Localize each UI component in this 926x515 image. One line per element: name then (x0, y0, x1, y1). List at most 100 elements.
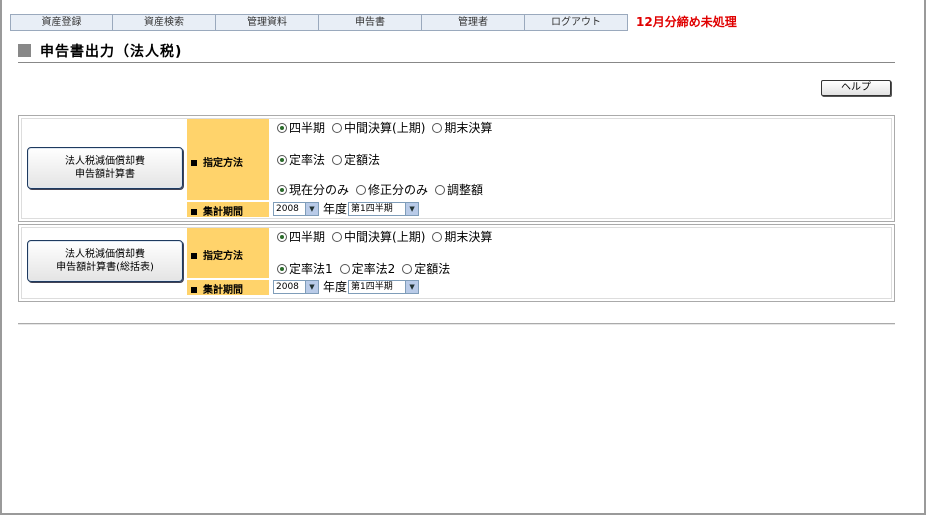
bullet-square-icon (191, 209, 197, 215)
radio-revised-only[interactable]: 修正分のみ (352, 183, 428, 197)
nav-logout[interactable]: ログアウト (525, 14, 628, 31)
top-nav: 資産登録 資産検索 管理資料 申告書 管理者 ログアウト 12月分締め未処理 (10, 14, 737, 31)
radio-label: 定額法 (344, 153, 381, 167)
radio-label: 現在分のみ (289, 183, 350, 197)
method-label-cell: 指定方法 (187, 228, 269, 278)
period-label-cell: 集計期間 (187, 202, 269, 218)
year-select[interactable]: 2008 ▼ (273, 280, 319, 294)
radio-label: 期末決算 (444, 121, 493, 135)
period-selects: 2008 ▼ 年度 第1四半期 ▼ (273, 280, 420, 294)
scope-radios: 現在分のみ 修正分のみ 調整額 (273, 183, 486, 197)
radio-label: 定率法1 (289, 262, 333, 276)
radio-icon (356, 185, 367, 195)
page-title-row: 申告書出力（法人税) (18, 43, 895, 63)
nav-tax-return[interactable]: 申告書 (319, 14, 422, 31)
bullet-square-icon (191, 160, 197, 166)
quarter-value: 第1四半期 (351, 204, 393, 214)
quarter-select[interactable]: 第1四半期 ▼ (348, 280, 420, 294)
radio-icon (332, 155, 343, 165)
report-button-depreciation[interactable]: 法人税減価償却費 申告額計算書 (27, 147, 183, 189)
quarter-value: 第1四半期 (351, 282, 393, 292)
radio-label: 中間決算(上期) (344, 230, 426, 244)
radio-icon (332, 123, 343, 133)
radio-declining-2[interactable]: 定率法2 (336, 262, 396, 276)
period-label-cell: 集計期間 (187, 280, 269, 296)
method-label-text: 指定方法 (203, 251, 243, 262)
chevron-down-icon: ▼ (405, 281, 419, 293)
nav-asset-search[interactable]: 資産検索 (113, 14, 216, 31)
radio-icon (402, 264, 413, 274)
year-value: 2008 (276, 282, 299, 292)
period-label: 集計期間 (187, 281, 243, 296)
report-button-line1: 法人税減価償却費 (65, 156, 145, 167)
radio-adjustment[interactable]: 調整額 (431, 183, 483, 197)
radio-year-end[interactable]: 期末決算 (428, 121, 492, 135)
radio-icon (277, 232, 287, 242)
radio-label: 四半期 (289, 121, 326, 135)
nav-asset-register[interactable]: 資産登録 (10, 14, 113, 31)
radio-icon (277, 264, 287, 274)
period-label: 集計期間 (187, 203, 243, 218)
bullet-square-icon (191, 253, 197, 259)
radio-label: 定率法2 (351, 262, 396, 276)
radio-straight-line[interactable]: 定額法 (398, 262, 450, 276)
calc-method-radios: 定率法 定額法 (273, 153, 383, 167)
calc-method-radios: 定率法1 定率法2 定額法 (273, 262, 453, 276)
chevron-down-icon: ▼ (305, 203, 318, 215)
report-panel-1: 法人税減価償却費 申告額計算書 指定方法 集計期間 四半期 中間決算(上期) 期… (18, 115, 895, 222)
period-type-radios: 四半期 中間決算(上期) 期末決算 (273, 230, 495, 244)
radio-icon (277, 185, 287, 195)
period-label-text: 集計期間 (203, 285, 243, 296)
radio-label: 期末決算 (444, 230, 493, 244)
bullet-square-icon (191, 287, 197, 293)
method-label: 指定方法 (187, 154, 243, 169)
radio-label: 中間決算(上期) (344, 121, 426, 135)
report-button-line2: 申告額計算書(総括表) (56, 262, 154, 273)
radio-label: 調整額 (447, 183, 484, 197)
radio-label: 修正分のみ (368, 183, 429, 197)
radio-declining[interactable]: 定率法 (273, 153, 325, 167)
quarter-select[interactable]: 第1四半期 ▼ (348, 202, 420, 216)
radio-interim[interactable]: 中間決算(上期) (328, 121, 425, 135)
radio-interim[interactable]: 中間決算(上期) (328, 230, 425, 244)
period-type-radios: 四半期 中間決算(上期) 期末決算 (273, 121, 495, 135)
radio-icon (432, 232, 443, 242)
period-selects: 2008 ▼ 年度 第1四半期 ▼ (273, 202, 420, 216)
radio-current-only[interactable]: 現在分のみ (273, 183, 349, 197)
nav-management-docs[interactable]: 管理資料 (216, 14, 319, 31)
year-unit: 年度 (323, 202, 348, 216)
radio-declining-1[interactable]: 定率法1 (273, 262, 333, 276)
year-select[interactable]: 2008 ▼ (273, 202, 319, 216)
year-unit: 年度 (323, 280, 348, 294)
report-button-line2: 申告額計算書 (75, 169, 135, 180)
radio-icon (332, 232, 343, 242)
nav-admin[interactable]: 管理者 (422, 14, 525, 31)
period-label-text: 集計期間 (203, 207, 243, 218)
year-value: 2008 (276, 204, 299, 214)
radio-icon (277, 123, 287, 133)
bottom-divider (18, 323, 895, 325)
report-button-line1: 法人税減価償却費 (65, 249, 145, 260)
help-button[interactable]: ヘルプ (821, 80, 891, 96)
chevron-down-icon: ▼ (305, 281, 318, 293)
radio-year-end[interactable]: 期末決算 (428, 230, 492, 244)
radio-label: 定率法 (289, 153, 326, 167)
chevron-down-icon: ▼ (405, 203, 419, 215)
method-label-cell: 指定方法 (187, 119, 269, 200)
radio-label: 定額法 (414, 262, 451, 276)
radio-label: 四半期 (289, 230, 326, 244)
page-title: 申告書出力（法人税) (40, 44, 183, 60)
radio-icon (432, 123, 443, 133)
closing-alert: 12月分締め未処理 (636, 15, 737, 29)
radio-straight-line[interactable]: 定額法 (328, 153, 380, 167)
radio-icon (435, 185, 446, 195)
radio-icon (277, 155, 287, 165)
method-label-text: 指定方法 (203, 158, 243, 169)
radio-icon (339, 264, 350, 274)
report-panel-2: 法人税減価償却費 申告額計算書(総括表) 指定方法 集計期間 四半期 中間決算(… (18, 224, 895, 302)
title-square-icon (18, 44, 31, 57)
method-label: 指定方法 (187, 247, 243, 262)
radio-quarter[interactable]: 四半期 (273, 121, 325, 135)
report-button-summary[interactable]: 法人税減価償却費 申告額計算書(総括表) (27, 240, 183, 282)
radio-quarter[interactable]: 四半期 (273, 230, 325, 244)
